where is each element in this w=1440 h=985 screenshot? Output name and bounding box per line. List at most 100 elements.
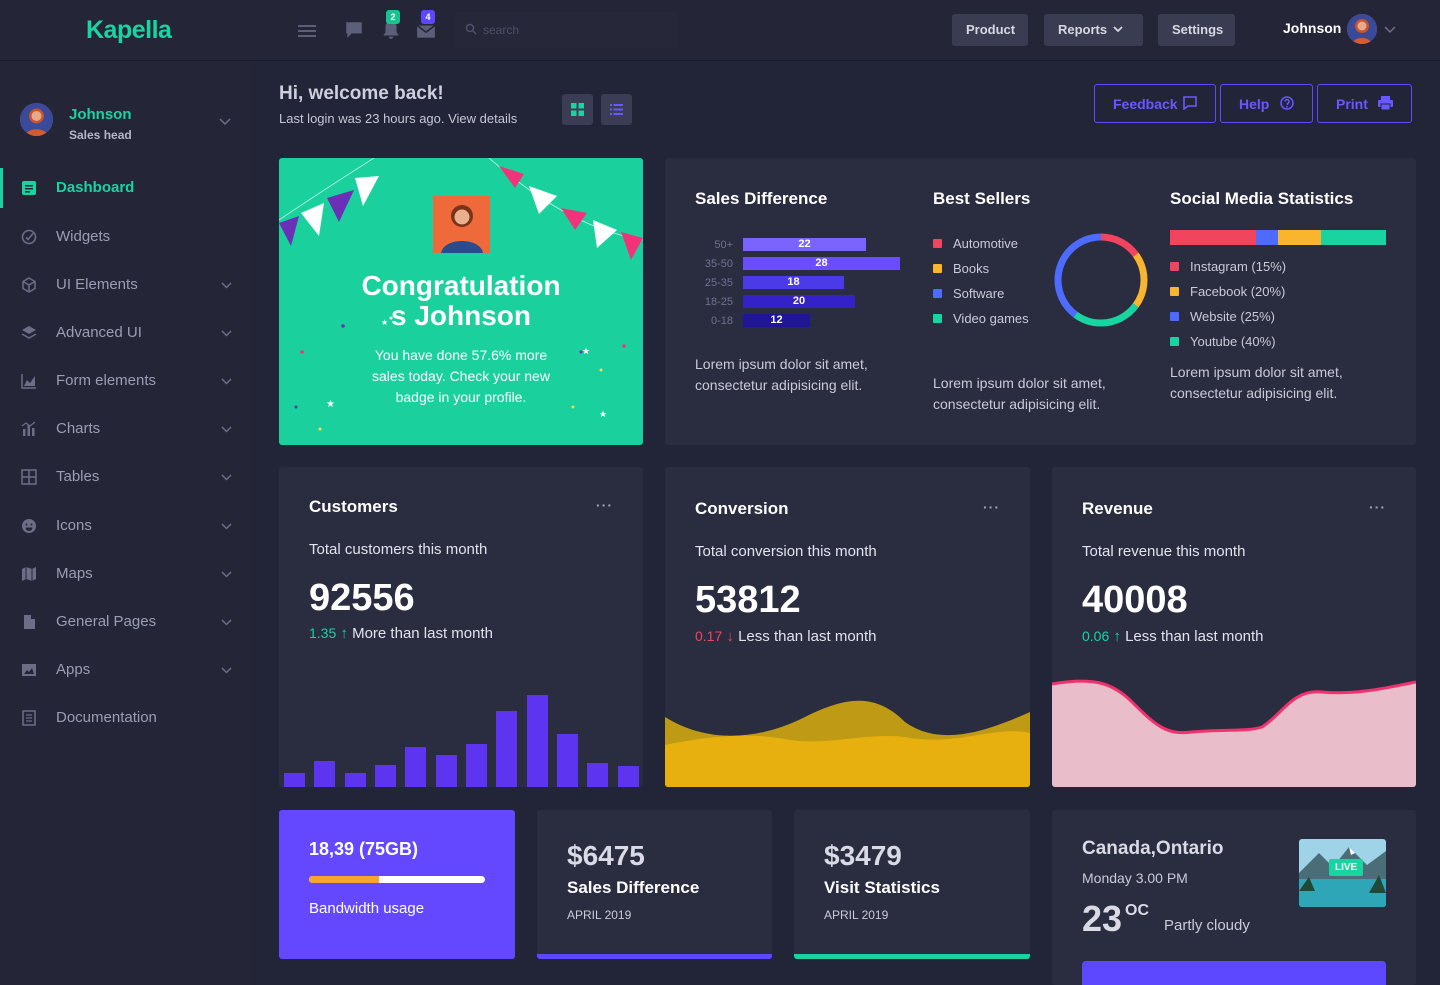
help-button[interactable]: Help <box>1220 84 1313 123</box>
customers-bar <box>284 773 305 787</box>
age-group-bar: 18 <box>743 276 844 289</box>
chevron-down-icon <box>221 330 232 337</box>
bar-website <box>1256 230 1278 245</box>
sales-difference-description: Lorem ipsum dolor sit amet, consectetur … <box>695 356 868 393</box>
congrats-photo <box>433 196 490 253</box>
kpi-subtitle: Total revenue this month <box>1082 543 1246 560</box>
grid-icon <box>571 103 584 116</box>
chevron-down-icon <box>221 523 232 530</box>
message-badge: 4 <box>421 10 435 24</box>
active-indicator <box>0 168 3 208</box>
sidebar-avatar[interactable] <box>20 103 53 136</box>
chat-icon[interactable] <box>344 20 364 40</box>
help-label: Help <box>1239 96 1270 112</box>
sidebar-item-label: UI Elements <box>56 276 138 293</box>
weather-landscape-image[interactable]: LIVE <box>1299 839 1386 907</box>
avatar[interactable] <box>1347 14 1377 44</box>
change-text: Less than last month <box>738 628 877 645</box>
feedback-button[interactable]: Feedback <box>1094 84 1216 123</box>
product-button[interactable]: Product <box>952 14 1028 46</box>
bar-facebook <box>1277 230 1322 245</box>
user-chevron-down-icon[interactable] <box>1384 24 1396 36</box>
page-title: Hi, welcome back! <box>279 83 444 104</box>
reports-button[interactable]: Reports <box>1044 14 1143 46</box>
printer-icon <box>1378 96 1393 110</box>
print-label: Print <box>1336 96 1368 112</box>
top-navbar: Kapella 2 4 Product Reports Settings Joh… <box>0 0 1440 61</box>
change-percent: 0.06 <box>1082 628 1110 644</box>
weather-time: Monday 3.00 PM <box>1082 870 1188 886</box>
grid-view-button[interactable] <box>562 94 593 125</box>
sidebar-item-general-pages[interactable]: General Pages <box>0 602 255 642</box>
sidebar-item-tables[interactable]: Tables <box>0 457 255 497</box>
sidebar-item-apps[interactable]: Apps <box>0 650 255 690</box>
chevron-down-icon <box>221 426 232 433</box>
settings-button[interactable]: Settings <box>1158 14 1235 46</box>
change-text: More than last month <box>352 625 493 642</box>
mini-amount: $6475 <box>567 840 645 871</box>
social-media-description: Lorem ipsum dolor sit amet, consectetur … <box>1170 364 1343 401</box>
sidebar-item-dashboard[interactable]: Dashboard <box>0 168 255 208</box>
bar-youtube <box>1321 230 1386 245</box>
sidebar-item-icons[interactable]: Icons <box>0 506 255 546</box>
accent-line <box>794 954 1030 959</box>
age-group-bar: 20 <box>743 295 855 308</box>
list-view-button[interactable] <box>601 94 632 125</box>
sidebar-item-maps[interactable]: Maps <box>0 554 255 594</box>
sidebar-user-role: Sales head <box>69 128 132 142</box>
avatar-image <box>1347 14 1377 44</box>
change-text: Less than last month <box>1125 628 1264 645</box>
more-options-button[interactable]: ··· <box>596 497 613 513</box>
sidebar-item-label: General Pages <box>56 613 157 630</box>
reports-label: Reports <box>1058 22 1108 37</box>
sidebar-item-label: Apps <box>56 661 91 678</box>
mail-icon[interactable] <box>416 21 436 41</box>
more-options-button[interactable]: ··· <box>1369 499 1386 515</box>
social-media-title: Social Media Statistics <box>1170 189 1354 208</box>
brand-logo[interactable]: Kapella <box>86 16 172 45</box>
sidebar-item-form-elements[interactable]: Form elements <box>0 361 255 401</box>
menu-icon[interactable] <box>297 21 317 41</box>
customers-bar <box>496 711 517 787</box>
avatar-image <box>20 103 53 136</box>
legend-swatch <box>933 314 942 323</box>
legend-label: Facebook (20%) <box>1190 284 1286 299</box>
kpi-title: Customers <box>309 497 398 516</box>
more-options-button[interactable]: ··· <box>983 499 1000 515</box>
weather-temperature: 23 <box>1082 898 1123 939</box>
kpi-change: 0.17 ↓ Less than last month <box>695 628 877 645</box>
sidebar-item-widgets[interactable]: Widgets <box>0 217 255 257</box>
visit-statistics-mini-card: $3479 Visit Statistics APRIL 2019 <box>794 810 1030 959</box>
svg-text:★: ★ <box>582 346 590 356</box>
table-icon <box>21 469 37 485</box>
customers-bar <box>405 747 426 787</box>
arrow-up-icon: ↑ <box>1109 628 1126 645</box>
bandwidth-label: Bandwidth usage <box>309 900 425 917</box>
sidebar-item-label: Dashboard <box>56 179 135 196</box>
congratulations-card: ★ ★ ★ ★ Congratulation s Johnson You hav… <box>279 158 643 445</box>
sales-difference-chart: 50+ 22 35-50 28 25-35 18 18-25 20 0-18 12 <box>665 158 925 348</box>
kpi-title: Revenue <box>1082 499 1153 518</box>
age-group-bar: 28 <box>743 257 900 270</box>
widgets-icon <box>21 229 37 245</box>
chevron-down-icon[interactable] <box>219 116 231 128</box>
user-name[interactable]: Johnson <box>1283 20 1341 36</box>
sidebar-item-charts[interactable]: Charts <box>0 409 255 449</box>
best-sellers-description: Lorem ipsum dolor sit amet, consectetur … <box>933 375 1106 412</box>
sidebar-item-documentation[interactable]: Documentation <box>0 698 255 738</box>
last-login-text[interactable]: Last login was 23 hours ago. View detail… <box>279 111 517 126</box>
weather-action-button[interactable] <box>1082 961 1386 985</box>
age-group-label: 50+ <box>714 239 733 251</box>
sidebar-item-advanced-ui[interactable]: Advanced UI <box>0 313 255 353</box>
customers-bar <box>375 765 396 787</box>
search-input[interactable] <box>483 21 663 39</box>
area-chart-icon <box>21 374 36 389</box>
legend-swatch <box>933 264 942 273</box>
feedback-icon <box>1183 96 1197 110</box>
sidebar-item-label: Charts <box>56 420 101 437</box>
print-button[interactable]: Print <box>1317 84 1412 123</box>
sidebar-item-ui-elements[interactable]: UI Elements <box>0 265 255 305</box>
sales-difference-mini-card: $6475 Sales Difference APRIL 2019 <box>537 810 772 959</box>
best-sellers-donut-chart <box>1054 233 1148 327</box>
legend-label: Website (25%) <box>1190 309 1276 324</box>
